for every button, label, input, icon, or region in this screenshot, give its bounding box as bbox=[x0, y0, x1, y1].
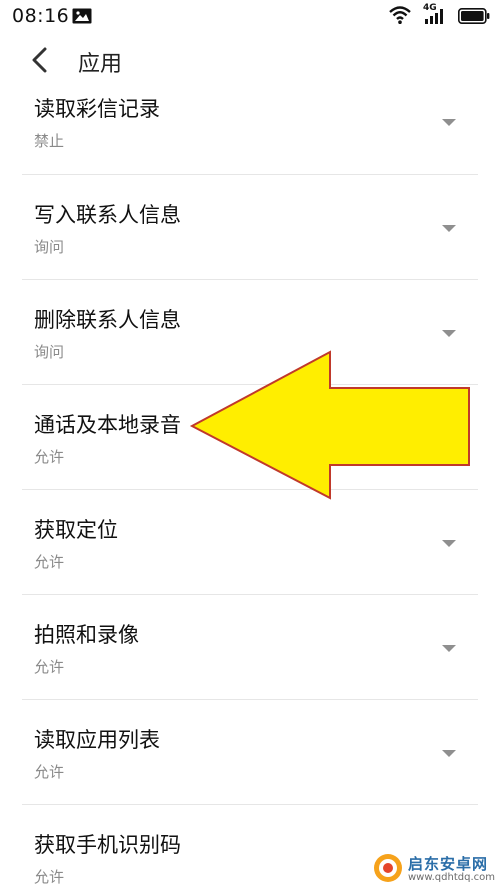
permission-value: 允许 bbox=[34, 658, 65, 676]
gallery-notification-icon bbox=[72, 8, 92, 28]
dropdown-triangle-icon bbox=[442, 750, 456, 757]
watermark-url: www.qdhtdq.com bbox=[408, 872, 495, 883]
permission-value: 允许 bbox=[34, 763, 65, 781]
permission-value: 允许 bbox=[34, 553, 65, 571]
permission-title: 获取定位 bbox=[34, 518, 118, 542]
screen: 08:16 4G 应用 读取彩信记录 禁止 写入联系人信息 询问 删除联系人信息… bbox=[0, 0, 500, 889]
dropdown-triangle-icon bbox=[442, 119, 456, 126]
dropdown-triangle-icon bbox=[442, 330, 456, 337]
signal-strength-icon bbox=[423, 5, 449, 29]
dropdown-triangle-icon bbox=[442, 225, 456, 232]
permission-row-camera[interactable]: 拍照和录像 允许 bbox=[0, 595, 500, 700]
permission-title: 获取手机识别码 bbox=[34, 833, 181, 857]
permission-row-sms-records[interactable]: 读取彩信记录 禁止 bbox=[0, 70, 500, 175]
permission-value: 禁止 bbox=[34, 132, 65, 150]
permission-row-location[interactable]: 获取定位 允许 bbox=[0, 490, 500, 595]
status-time: 08:16 bbox=[12, 5, 70, 27]
watermark-logo-icon bbox=[372, 852, 404, 888]
permission-title: 读取应用列表 bbox=[34, 728, 160, 752]
permission-row-write-contacts[interactable]: 写入联系人信息 询问 bbox=[0, 175, 500, 280]
watermark-name: 启东安卓网 bbox=[408, 855, 489, 873]
permission-row-app-list[interactable]: 读取应用列表 允许 bbox=[0, 700, 500, 805]
permission-value: 允许 bbox=[34, 868, 65, 886]
permission-value: 允许 bbox=[34, 448, 65, 466]
battery-icon bbox=[458, 8, 490, 28]
dropdown-triangle-icon bbox=[442, 645, 456, 652]
permission-value: 询问 bbox=[34, 238, 65, 256]
permission-title: 通话及本地录音 bbox=[34, 413, 181, 437]
permission-row-call-recording[interactable]: 通话及本地录音 允许 bbox=[0, 385, 500, 490]
wifi-icon bbox=[388, 5, 412, 29]
site-watermark: 启东安卓网 www.qdhtdq.com bbox=[372, 852, 496, 886]
dropdown-triangle-icon bbox=[442, 540, 456, 547]
permission-title: 拍照和录像 bbox=[34, 623, 139, 647]
permission-value: 询问 bbox=[34, 343, 65, 361]
permission-list: 读取彩信记录 禁止 写入联系人信息 询问 删除联系人信息 询问 通话及本地录音 … bbox=[0, 70, 500, 889]
permission-title: 写入联系人信息 bbox=[34, 203, 181, 227]
permission-title: 读取彩信记录 bbox=[34, 97, 160, 121]
permission-row-delete-contacts[interactable]: 删除联系人信息 询问 bbox=[0, 280, 500, 385]
permission-title: 删除联系人信息 bbox=[34, 308, 181, 332]
status-bar: 08:16 4G bbox=[0, 0, 500, 34]
